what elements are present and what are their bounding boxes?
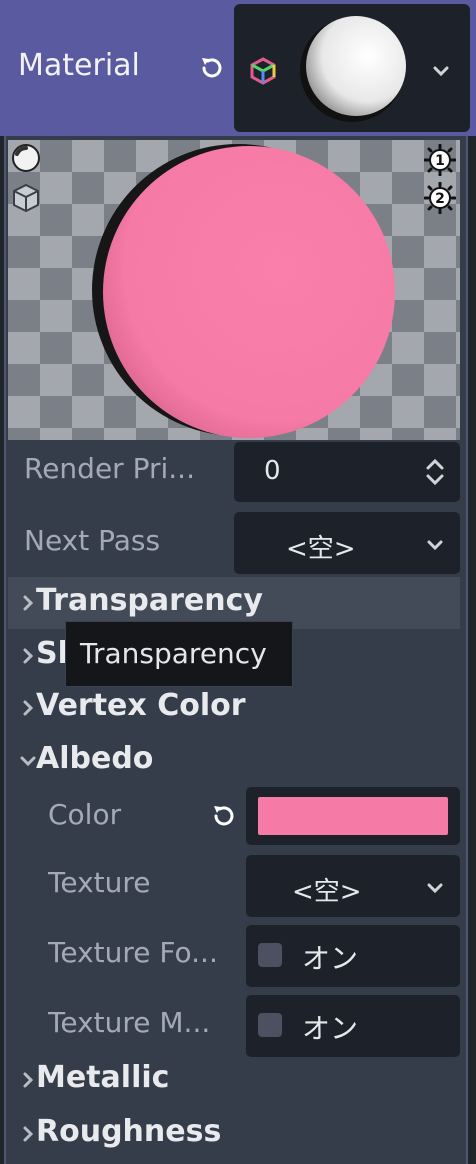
albedo-texture-value[interactable]: <空> (292, 871, 362, 908)
chevron-right-icon (23, 648, 34, 664)
reset-icon[interactable] (196, 52, 228, 84)
material-preview: 1 2 (8, 140, 460, 440)
standard-material-icon (250, 57, 276, 85)
section-vertex-color[interactable]: Vertex Color (8, 682, 460, 734)
light-2-label: 2 (435, 191, 445, 207)
checkbox[interactable] (258, 943, 282, 967)
albedo-texture-label: Texture (48, 866, 151, 899)
texture-force-srgb-label: Texture Fo... (48, 936, 218, 969)
section-vertex-color-label: Vertex Color (36, 688, 246, 723)
tooltip: Transparency (65, 621, 293, 687)
chevron-down-icon[interactable] (430, 60, 452, 82)
material-thumbnail (300, 16, 406, 122)
albedo-color-label: Color (48, 798, 122, 831)
checkbox[interactable] (258, 1013, 282, 1037)
chevron-down-icon[interactable] (424, 534, 446, 556)
color-swatch[interactable] (258, 797, 448, 835)
texture-msdf-value: オン (302, 1012, 359, 1045)
chevron-down-icon (20, 756, 36, 767)
section-roughness-label: Roughness (36, 1114, 222, 1149)
albedo-color-picker[interactable] (246, 787, 460, 845)
section-roughness[interactable]: Roughness (8, 1108, 460, 1160)
render-priority-label: Render Pri... (24, 452, 195, 485)
preview-viewport (8, 140, 460, 440)
light-2-icon[interactable]: 2 (424, 182, 456, 214)
albedo-texture-picker[interactable]: <空> (246, 855, 460, 917)
reset-icon[interactable] (208, 800, 240, 832)
light-1-icon[interactable]: 1 (424, 144, 456, 176)
section-metallic[interactable]: Metallic (8, 1054, 460, 1106)
texture-force-srgb-toggle[interactable]: オン (246, 925, 460, 987)
texture-force-srgb-value: オン (302, 942, 359, 975)
next-pass-value[interactable]: <空> (286, 528, 356, 565)
cube-shape-icon[interactable] (10, 182, 42, 214)
inspector-header: Material (0, 0, 476, 136)
section-metallic-label: Metallic (36, 1060, 170, 1095)
chevron-right-icon (23, 700, 34, 716)
light-1-label: 1 (435, 153, 445, 169)
tooltip-text: Transparency (80, 637, 267, 670)
render-priority-spinbox[interactable]: 0 (234, 442, 460, 502)
texture-msdf-toggle[interactable]: オン (246, 995, 460, 1057)
section-albedo[interactable]: Albedo (8, 735, 460, 787)
chevron-right-icon (23, 1126, 34, 1142)
render-priority-value[interactable]: 0 (264, 456, 281, 486)
chevron-right-icon (23, 1072, 34, 1088)
resource-picker[interactable] (234, 4, 470, 132)
section-albedo-label: Albedo (36, 741, 154, 776)
texture-msdf-label: Texture M... (48, 1006, 211, 1039)
chevron-right-icon (23, 595, 34, 611)
property-title: Material (18, 48, 140, 83)
spin-arrows-icon[interactable] (424, 456, 446, 488)
next-pass-label: Next Pass (24, 524, 161, 557)
chevron-down-icon[interactable] (424, 877, 446, 899)
section-transparency-label: Transparency (36, 583, 263, 618)
light-toggle-icon[interactable] (10, 142, 42, 174)
next-pass-picker[interactable]: <空> (234, 512, 460, 574)
